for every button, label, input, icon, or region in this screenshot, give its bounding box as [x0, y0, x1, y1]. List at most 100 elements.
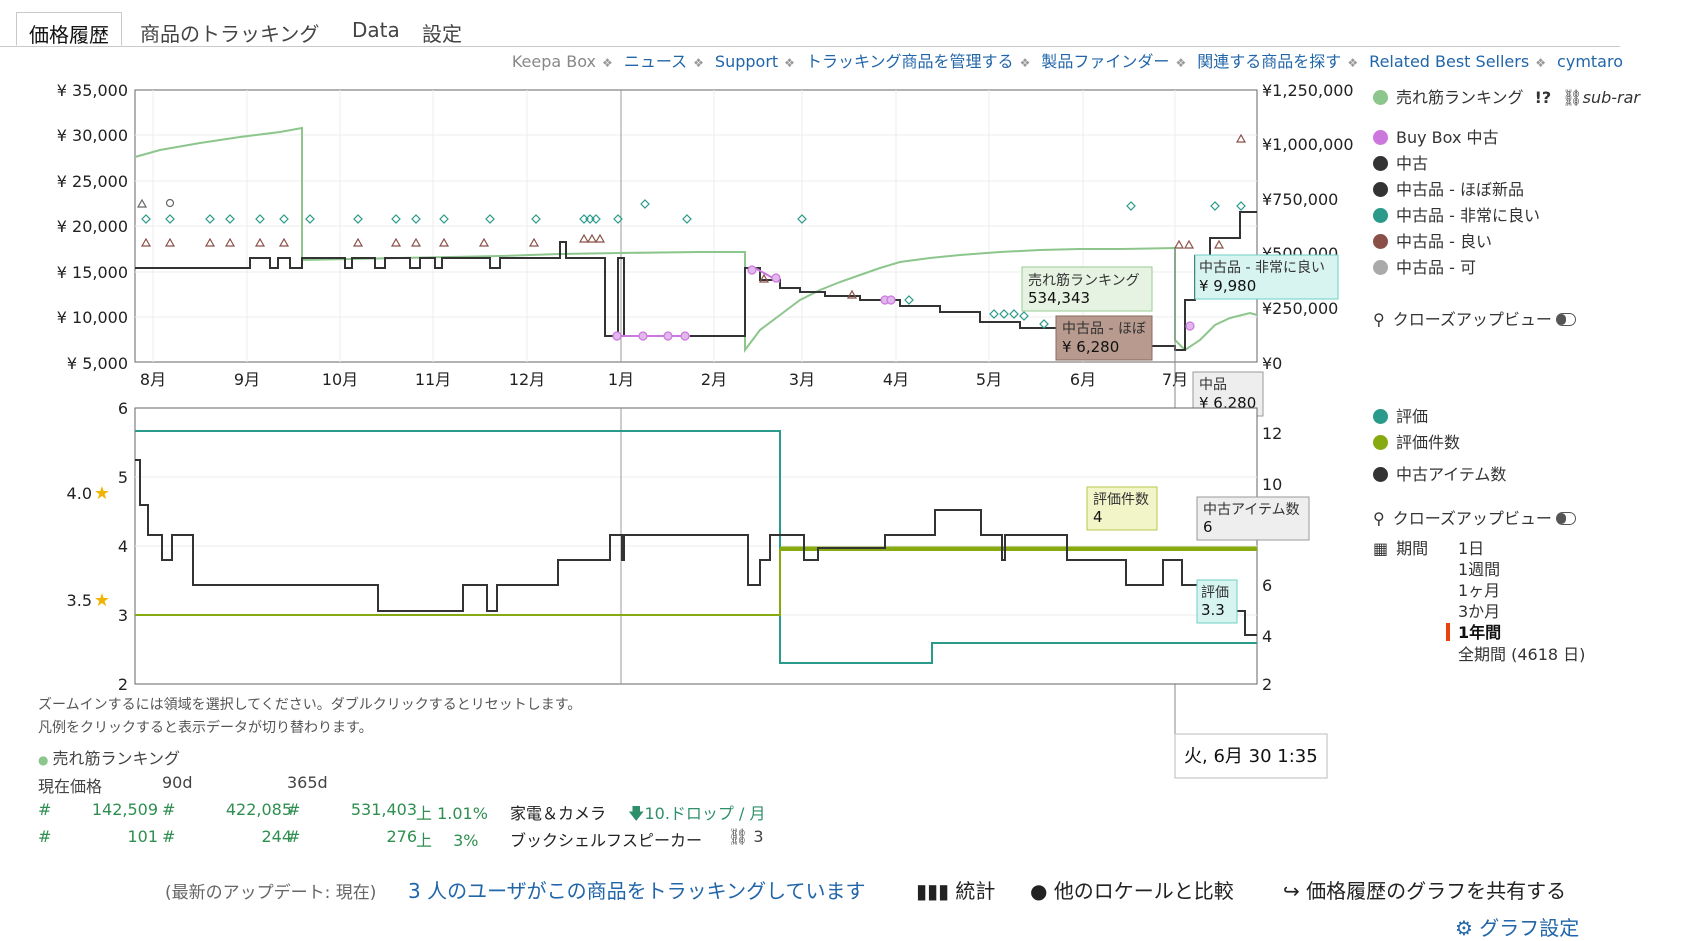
- legend-item-sales-rank[interactable]: 売れ筋ランキング !? ⛓sub-rar: [1373, 88, 1640, 108]
- hash-icon: #: [162, 827, 176, 846]
- y2-tick-750000: ¥750,000: [1262, 190, 1338, 209]
- y-tick-20000: ¥ 20,000: [57, 217, 128, 236]
- svg-text:3.3: 3.3: [1201, 601, 1225, 619]
- svg-text:¥ 6,280: ¥ 6,280: [1062, 338, 1119, 356]
- legend-dot-icon: [1373, 467, 1388, 482]
- legend-item-rating-count[interactable]: 評価件数: [1373, 433, 1460, 453]
- svg-text:4: 4: [1093, 508, 1103, 526]
- period-all[interactable]: 全期間 (4618 日): [1458, 645, 1585, 665]
- svg-text:中古アイテム数: 中古アイテム数: [1203, 502, 1300, 518]
- upper-right-axis: ¥1,250,000 ¥1,000,000 ¥750,000 ¥500,000 …: [1262, 81, 1354, 373]
- subcategory-count: ⛓ 3: [728, 827, 764, 846]
- x-tick-jun: 6月: [1070, 370, 1096, 389]
- trend-value: 上 3%: [416, 831, 479, 850]
- period-1m[interactable]: 1ヶ月: [1458, 581, 1500, 601]
- rank-365d-value: 276: [386, 827, 417, 846]
- used-items-tooltip: 中古アイテム数 6: [1196, 496, 1310, 541]
- y-tick-10000: ¥ 10,000: [57, 308, 128, 327]
- closeup-toggle-lower[interactable]: ⚲ クローズアップビュー: [1373, 509, 1576, 529]
- period-1w[interactable]: 1週間: [1458, 560, 1500, 580]
- svg-text:6: 6: [1203, 518, 1213, 536]
- date-tooltip: 火, 6月 30 1:35: [1174, 733, 1328, 779]
- x-tick-aug: 8月: [140, 370, 166, 389]
- star-icon: ★: [94, 483, 110, 504]
- magnifier-icon: ⚲: [1373, 310, 1385, 329]
- x-axis: 8月 9月 10月 11月 12月 1月 2月 3月 4月 5月 6月 7月: [140, 370, 1188, 389]
- star-labels: 4.0 3.5 ★ ★: [67, 483, 110, 611]
- current-rank-value: 142,509: [91, 800, 158, 819]
- lower-right-axis: 12 10 8 6 4 2: [1262, 424, 1282, 694]
- svg-text:評価: 評価: [1201, 585, 1229, 601]
- calendar-icon: ▦: [1373, 539, 1389, 558]
- rating-count-tooltip: 評価件数 4: [1086, 486, 1158, 531]
- legend-item-acceptable[interactable]: 中古品 - 可: [1373, 258, 1476, 278]
- like-new-tooltip: 中古品 - ほぼ ¥ 6,280: [1055, 315, 1153, 361]
- statistics-button[interactable]: ▮▮▮ 統計: [916, 875, 995, 904]
- y2-tick-1250000: ¥1,250,000: [1262, 81, 1354, 100]
- x-tick-dec: 12月: [509, 370, 545, 389]
- very-good-tooltip: 中古品 - 非常に良い ¥ 9,980: [1194, 254, 1339, 300]
- hash-icon: #: [287, 800, 301, 819]
- period-3m[interactable]: 3か月: [1458, 602, 1500, 622]
- legend-dot-icon: ●: [38, 753, 49, 767]
- toggle-switch-icon[interactable]: [1555, 512, 1576, 525]
- compare-locales-button[interactable]: ● 他のロケールと比較: [1030, 875, 1234, 904]
- rank-tooltip: 売れ筋ランキング 534,343: [1021, 266, 1153, 312]
- y-tick-5000: ¥ 5,000: [67, 354, 128, 373]
- rank-365d-value: 531,403: [350, 800, 417, 819]
- svg-text:中古品 - ほぼ: 中古品 - ほぼ: [1062, 321, 1146, 337]
- count-tick-12: 12: [1262, 424, 1282, 443]
- lower-left-axis: 6 5 4 3 2: [118, 399, 128, 694]
- share-arrow-icon: ↪: [1283, 879, 1300, 903]
- tracking-users-link[interactable]: 3 人のユーザがこの商品をトラッキングしています: [408, 875, 865, 904]
- legend-item-rating[interactable]: 評価: [1373, 407, 1428, 427]
- info-icon[interactable]: !?: [1535, 88, 1552, 107]
- toggle-switch-icon[interactable]: [1555, 313, 1576, 326]
- star-label-3-5: 3.5: [67, 591, 92, 610]
- rank-stats-title[interactable]: ● 売れ筋ランキング: [38, 745, 180, 769]
- rating-tick-6: 6: [118, 399, 128, 418]
- legend-dot-icon: [1373, 409, 1388, 424]
- y2-tick-0: ¥0: [1262, 354, 1282, 373]
- svg-text:¥ 9,980: ¥ 9,980: [1199, 277, 1256, 295]
- legend-dot-icon: [1373, 90, 1388, 105]
- rank-90d-value: 244: [261, 827, 292, 846]
- period-1y-selected[interactable]: 1年間: [1446, 623, 1501, 643]
- legend-item-used[interactable]: 中古: [1373, 154, 1428, 174]
- legend-dot-icon: [1373, 435, 1388, 450]
- stats-header-365d: 365d: [287, 773, 328, 792]
- y2-tick-1000000: ¥1,000,000: [1262, 135, 1354, 154]
- bar-chart-icon: ▮▮▮: [916, 879, 950, 903]
- rating-tick-4: 4: [118, 537, 128, 556]
- legend-item-good[interactable]: 中古品 - 良い: [1373, 232, 1492, 252]
- category-link[interactable]: ブックシェルフスピーカー: [510, 827, 702, 851]
- y-tick-35000: ¥ 35,000: [57, 81, 128, 100]
- magnifier-icon: ⚲: [1373, 509, 1385, 528]
- graph-settings-button[interactable]: ⚙ グラフ設定: [1455, 912, 1579, 941]
- share-graph-button[interactable]: ↪ 価格履歴のグラフを共有する: [1283, 875, 1566, 904]
- legend-item-like-new[interactable]: 中古品 - ほぼ新品: [1373, 180, 1524, 200]
- legend-dot-icon: [1373, 156, 1388, 171]
- x-tick-oct: 10月: [322, 370, 358, 389]
- legend-item-very-good[interactable]: 中古品 - 非常に良い: [1373, 206, 1540, 226]
- x-tick-may: 5月: [976, 370, 1002, 389]
- count-tick-10: 10: [1262, 475, 1282, 494]
- category-link[interactable]: 家電＆カメラ: [510, 800, 606, 824]
- legend-dot-icon: [1373, 182, 1388, 197]
- trend-value: 上 1.01%: [416, 804, 488, 823]
- svg-text:534,343: 534,343: [1028, 289, 1090, 307]
- y-tick-30000: ¥ 30,000: [57, 126, 128, 145]
- closeup-toggle-upper[interactable]: ⚲ クローズアップビュー: [1373, 310, 1576, 330]
- period-label: ▦ 期間: [1373, 539, 1429, 558]
- legend-dot-icon: [1373, 208, 1388, 223]
- period-1d[interactable]: 1日: [1458, 539, 1484, 559]
- x-tick-sep: 9月: [234, 370, 260, 389]
- hash-icon: #: [162, 800, 176, 819]
- svg-text:中古品 - 非常に良い: 中古品 - 非常に良い: [1199, 260, 1325, 276]
- rating-tick-2: 2: [118, 675, 128, 694]
- svg-text:火, 6月 30 1:35: 火, 6月 30 1:35: [1184, 746, 1318, 767]
- hash-icon: #: [38, 800, 52, 819]
- legend-item-buy-box-used[interactable]: Buy Box 中古: [1373, 128, 1499, 148]
- x-tick-jan: 1月: [608, 370, 634, 389]
- legend-item-used-count[interactable]: 中古アイテム数: [1373, 465, 1506, 485]
